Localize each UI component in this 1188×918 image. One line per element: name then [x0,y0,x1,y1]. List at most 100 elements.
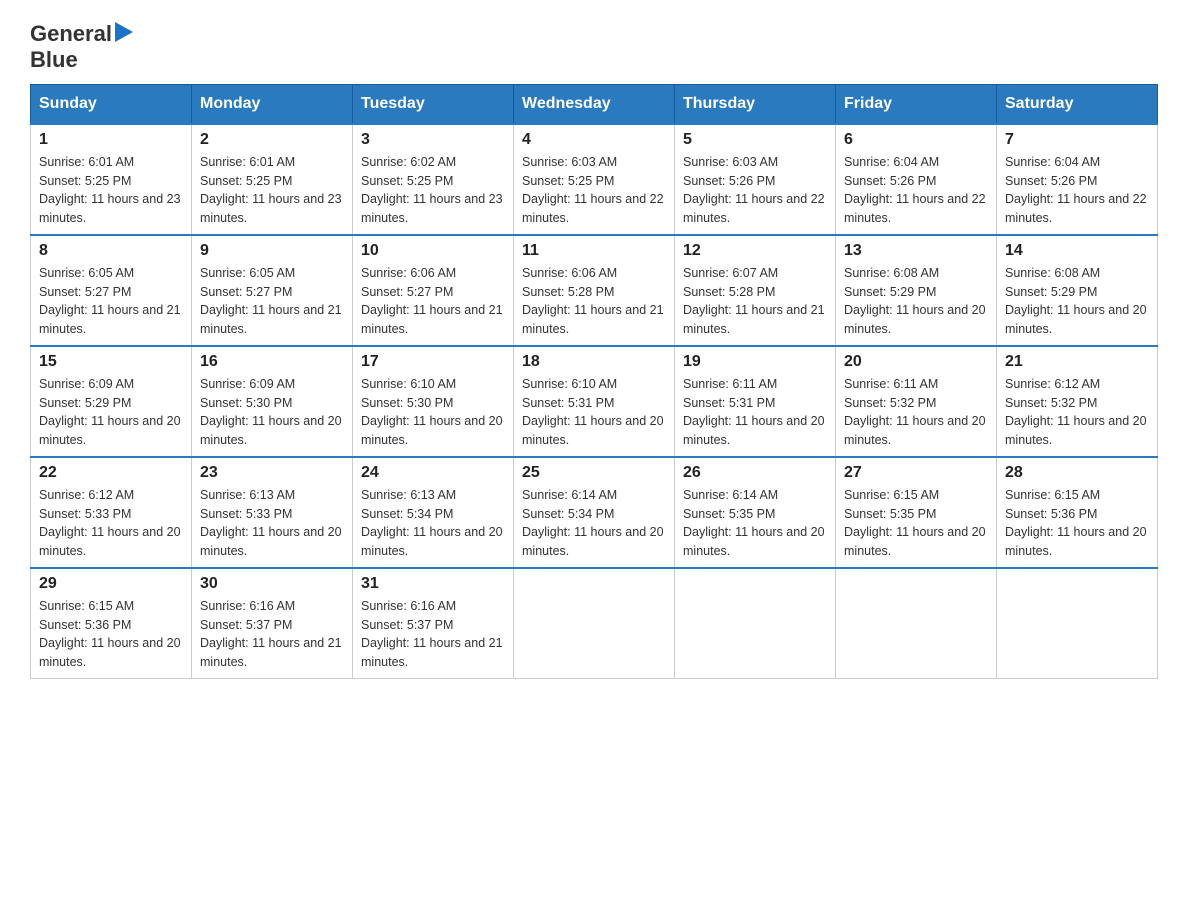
day-number: 27 [844,464,988,482]
day-info: Sunrise: 6:15 AM Sunset: 5:35 PM Dayligh… [844,486,988,561]
day-number: 1 [39,131,183,149]
day-info: Sunrise: 6:01 AM Sunset: 5:25 PM Dayligh… [200,153,344,228]
calendar-cell: 12 Sunrise: 6:07 AM Sunset: 5:28 PM Dayl… [675,235,836,346]
calendar-cell: 6 Sunrise: 6:04 AM Sunset: 5:26 PM Dayli… [836,124,997,235]
calendar-cell [997,568,1158,679]
day-info: Sunrise: 6:09 AM Sunset: 5:29 PM Dayligh… [39,375,183,450]
calendar-cell: 19 Sunrise: 6:11 AM Sunset: 5:31 PM Dayl… [675,346,836,457]
day-info: Sunrise: 6:14 AM Sunset: 5:34 PM Dayligh… [522,486,666,561]
day-number: 20 [844,353,988,371]
day-info: Sunrise: 6:03 AM Sunset: 5:25 PM Dayligh… [522,153,666,228]
calendar-cell: 11 Sunrise: 6:06 AM Sunset: 5:28 PM Dayl… [514,235,675,346]
column-header-sunday: Sunday [31,84,192,124]
day-info: Sunrise: 6:15 AM Sunset: 5:36 PM Dayligh… [1005,486,1149,561]
day-number: 5 [683,131,827,149]
calendar-cell: 23 Sunrise: 6:13 AM Sunset: 5:33 PM Dayl… [192,457,353,568]
day-number: 13 [844,242,988,260]
day-info: Sunrise: 6:11 AM Sunset: 5:32 PM Dayligh… [844,375,988,450]
calendar-cell: 14 Sunrise: 6:08 AM Sunset: 5:29 PM Dayl… [997,235,1158,346]
day-info: Sunrise: 6:05 AM Sunset: 5:27 PM Dayligh… [39,264,183,339]
day-number: 10 [361,242,505,260]
calendar-cell: 18 Sunrise: 6:10 AM Sunset: 5:31 PM Dayl… [514,346,675,457]
day-number: 25 [522,464,666,482]
logo: General Blue [30,20,133,74]
calendar-header-row: SundayMondayTuesdayWednesdayThursdayFrid… [31,84,1158,124]
day-info: Sunrise: 6:12 AM Sunset: 5:33 PM Dayligh… [39,486,183,561]
week-row-4: 22 Sunrise: 6:12 AM Sunset: 5:33 PM Dayl… [31,457,1158,568]
calendar-cell: 27 Sunrise: 6:15 AM Sunset: 5:35 PM Dayl… [836,457,997,568]
logo-blue-text: Blue [30,47,133,73]
day-info: Sunrise: 6:01 AM Sunset: 5:25 PM Dayligh… [39,153,183,228]
logo-general-text: General [30,21,112,47]
day-number: 18 [522,353,666,371]
day-info: Sunrise: 6:16 AM Sunset: 5:37 PM Dayligh… [200,597,344,672]
column-header-saturday: Saturday [997,84,1158,124]
calendar-cell: 15 Sunrise: 6:09 AM Sunset: 5:29 PM Dayl… [31,346,192,457]
calendar-cell: 8 Sunrise: 6:05 AM Sunset: 5:27 PM Dayli… [31,235,192,346]
day-info: Sunrise: 6:10 AM Sunset: 5:30 PM Dayligh… [361,375,505,450]
day-number: 7 [1005,131,1149,149]
day-info: Sunrise: 6:08 AM Sunset: 5:29 PM Dayligh… [1005,264,1149,339]
calendar-cell: 13 Sunrise: 6:08 AM Sunset: 5:29 PM Dayl… [836,235,997,346]
day-number: 29 [39,575,183,593]
day-number: 30 [200,575,344,593]
day-number: 19 [683,353,827,371]
day-number: 24 [361,464,505,482]
calendar-cell: 29 Sunrise: 6:15 AM Sunset: 5:36 PM Dayl… [31,568,192,679]
day-number: 4 [522,131,666,149]
day-number: 15 [39,353,183,371]
calendar-cell [675,568,836,679]
calendar-cell: 17 Sunrise: 6:10 AM Sunset: 5:30 PM Dayl… [353,346,514,457]
week-row-1: 1 Sunrise: 6:01 AM Sunset: 5:25 PM Dayli… [31,124,1158,235]
day-info: Sunrise: 6:03 AM Sunset: 5:26 PM Dayligh… [683,153,827,228]
calendar-cell: 10 Sunrise: 6:06 AM Sunset: 5:27 PM Dayl… [353,235,514,346]
calendar-cell: 22 Sunrise: 6:12 AM Sunset: 5:33 PM Dayl… [31,457,192,568]
day-number: 26 [683,464,827,482]
day-number: 11 [522,242,666,260]
calendar-cell: 28 Sunrise: 6:15 AM Sunset: 5:36 PM Dayl… [997,457,1158,568]
week-row-3: 15 Sunrise: 6:09 AM Sunset: 5:29 PM Dayl… [31,346,1158,457]
logo-arrow-icon [115,22,133,42]
day-info: Sunrise: 6:06 AM Sunset: 5:28 PM Dayligh… [522,264,666,339]
day-info: Sunrise: 6:10 AM Sunset: 5:31 PM Dayligh… [522,375,666,450]
day-number: 21 [1005,353,1149,371]
day-info: Sunrise: 6:13 AM Sunset: 5:33 PM Dayligh… [200,486,344,561]
calendar-cell: 2 Sunrise: 6:01 AM Sunset: 5:25 PM Dayli… [192,124,353,235]
calendar-cell [836,568,997,679]
calendar-cell: 24 Sunrise: 6:13 AM Sunset: 5:34 PM Dayl… [353,457,514,568]
day-info: Sunrise: 6:11 AM Sunset: 5:31 PM Dayligh… [683,375,827,450]
day-number: 28 [1005,464,1149,482]
day-number: 9 [200,242,344,260]
calendar-table: SundayMondayTuesdayWednesdayThursdayFrid… [30,84,1158,679]
day-number: 22 [39,464,183,482]
week-row-5: 29 Sunrise: 6:15 AM Sunset: 5:36 PM Dayl… [31,568,1158,679]
column-header-wednesday: Wednesday [514,84,675,124]
day-info: Sunrise: 6:09 AM Sunset: 5:30 PM Dayligh… [200,375,344,450]
day-number: 14 [1005,242,1149,260]
day-info: Sunrise: 6:06 AM Sunset: 5:27 PM Dayligh… [361,264,505,339]
week-row-2: 8 Sunrise: 6:05 AM Sunset: 5:27 PM Dayli… [31,235,1158,346]
column-header-tuesday: Tuesday [353,84,514,124]
calendar-cell: 30 Sunrise: 6:16 AM Sunset: 5:37 PM Dayl… [192,568,353,679]
day-number: 8 [39,242,183,260]
day-info: Sunrise: 6:14 AM Sunset: 5:35 PM Dayligh… [683,486,827,561]
calendar-cell: 9 Sunrise: 6:05 AM Sunset: 5:27 PM Dayli… [192,235,353,346]
day-info: Sunrise: 6:04 AM Sunset: 5:26 PM Dayligh… [1005,153,1149,228]
day-number: 2 [200,131,344,149]
calendar-cell: 31 Sunrise: 6:16 AM Sunset: 5:37 PM Dayl… [353,568,514,679]
calendar-cell: 5 Sunrise: 6:03 AM Sunset: 5:26 PM Dayli… [675,124,836,235]
day-info: Sunrise: 6:12 AM Sunset: 5:32 PM Dayligh… [1005,375,1149,450]
calendar-cell [514,568,675,679]
column-header-thursday: Thursday [675,84,836,124]
day-number: 17 [361,353,505,371]
day-info: Sunrise: 6:05 AM Sunset: 5:27 PM Dayligh… [200,264,344,339]
day-info: Sunrise: 6:02 AM Sunset: 5:25 PM Dayligh… [361,153,505,228]
calendar-cell: 1 Sunrise: 6:01 AM Sunset: 5:25 PM Dayli… [31,124,192,235]
day-info: Sunrise: 6:15 AM Sunset: 5:36 PM Dayligh… [39,597,183,672]
day-number: 16 [200,353,344,371]
calendar-cell: 21 Sunrise: 6:12 AM Sunset: 5:32 PM Dayl… [997,346,1158,457]
day-number: 6 [844,131,988,149]
day-number: 12 [683,242,827,260]
day-number: 3 [361,131,505,149]
day-number: 31 [361,575,505,593]
